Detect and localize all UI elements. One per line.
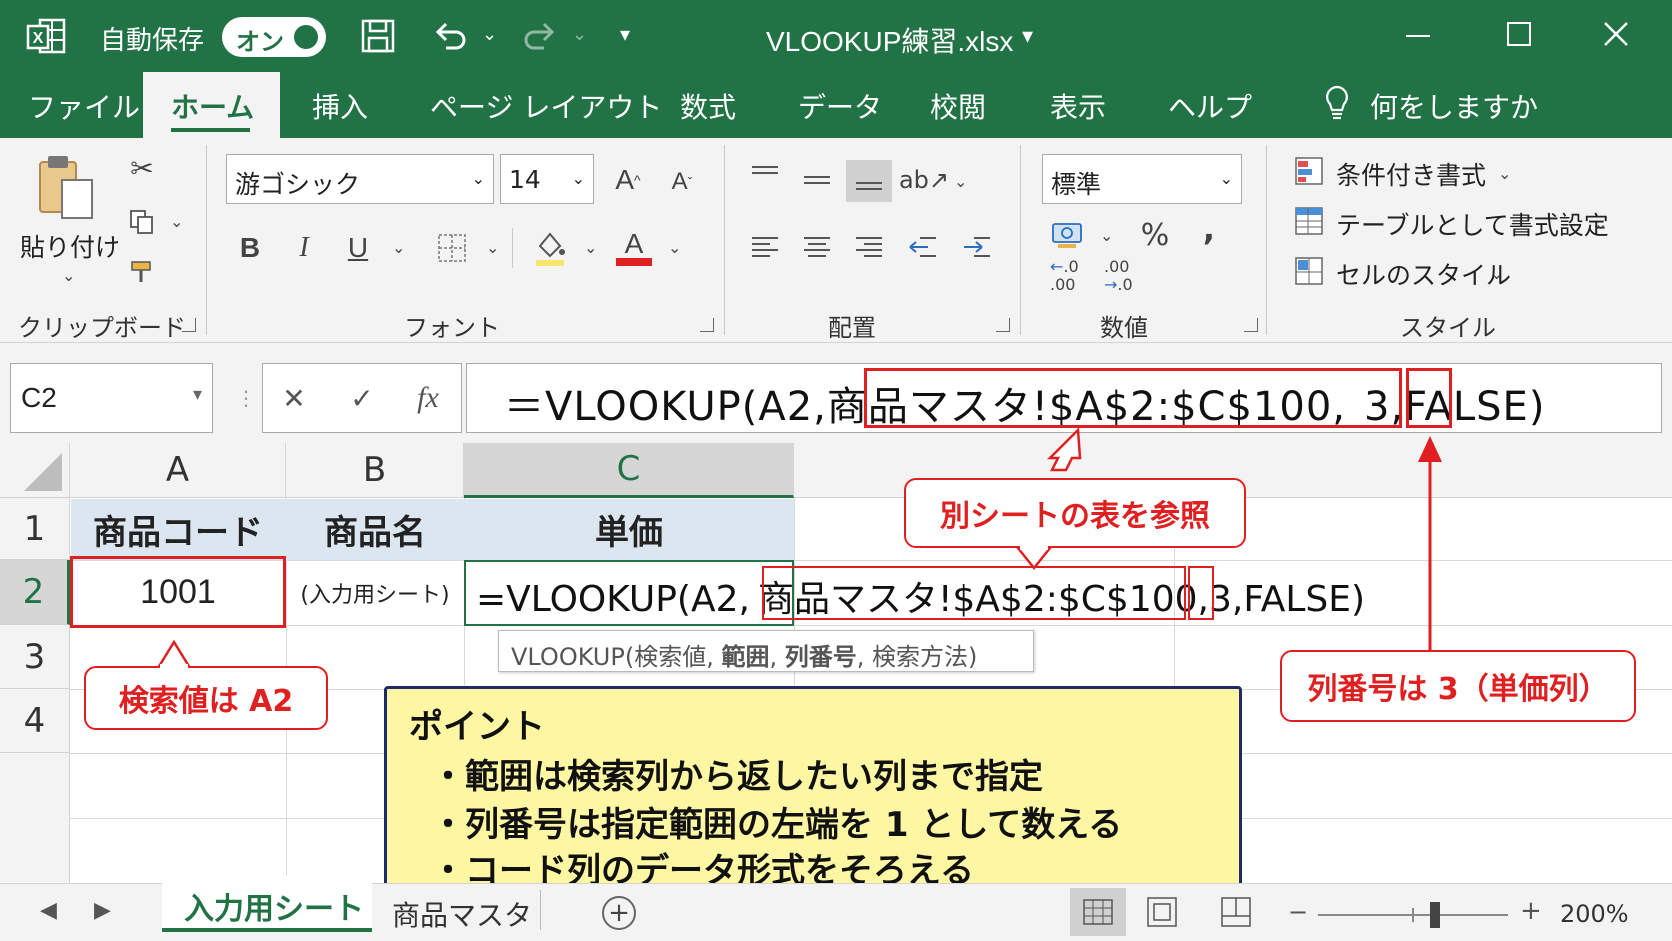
callout-tail-cover	[160, 664, 188, 670]
point-note-item: ・範囲は検索列から返したい列まで指定	[431, 757, 1043, 797]
sheet-tab-master[interactable]: 商品マスタ	[392, 894, 532, 934]
page-break-view-icon[interactable]	[1220, 896, 1252, 928]
point-note-box: ポイント ・範囲は検索列から返したい列まで指定 ・列番号は指定範囲の左端を 1 …	[384, 686, 1242, 891]
zoom-slider[interactable]	[1318, 902, 1508, 928]
callout-tail-cover	[1020, 544, 1048, 550]
add-sheet-icon[interactable]: +	[602, 896, 636, 930]
normal-view-icon[interactable]	[1070, 888, 1126, 936]
callout-col-index: 列番号は 3（単価列）	[1280, 650, 1636, 722]
zoom-level[interactable]: 200%	[1560, 900, 1629, 928]
zoom-out-icon[interactable]: −	[1288, 898, 1308, 926]
sheet-scroll-left-icon[interactable]: ◀	[40, 898, 57, 923]
sheet-tab-sep	[540, 890, 541, 930]
zoom-slider-thumb[interactable]	[1430, 902, 1440, 928]
sheet-tab-input[interactable]: 入力用シート	[162, 876, 372, 932]
page-layout-view-icon[interactable]	[1146, 896, 1178, 928]
callout-ref-sheet: 別シートの表を参照	[904, 478, 1246, 548]
zoom-slider-center-tick	[1412, 908, 1414, 922]
sheet-tab-input-label: 入力用シート	[184, 892, 364, 927]
point-note-item: ・列番号は指定範囲の左端を 1 として数える	[431, 805, 1123, 845]
zoom-in-icon[interactable]: +	[1520, 896, 1542, 926]
sheet-scroll-right-icon[interactable]: ▶	[94, 898, 111, 923]
point-note-title: ポイント	[409, 707, 545, 747]
callout-lookup-value: 検索値は A2	[84, 666, 328, 730]
